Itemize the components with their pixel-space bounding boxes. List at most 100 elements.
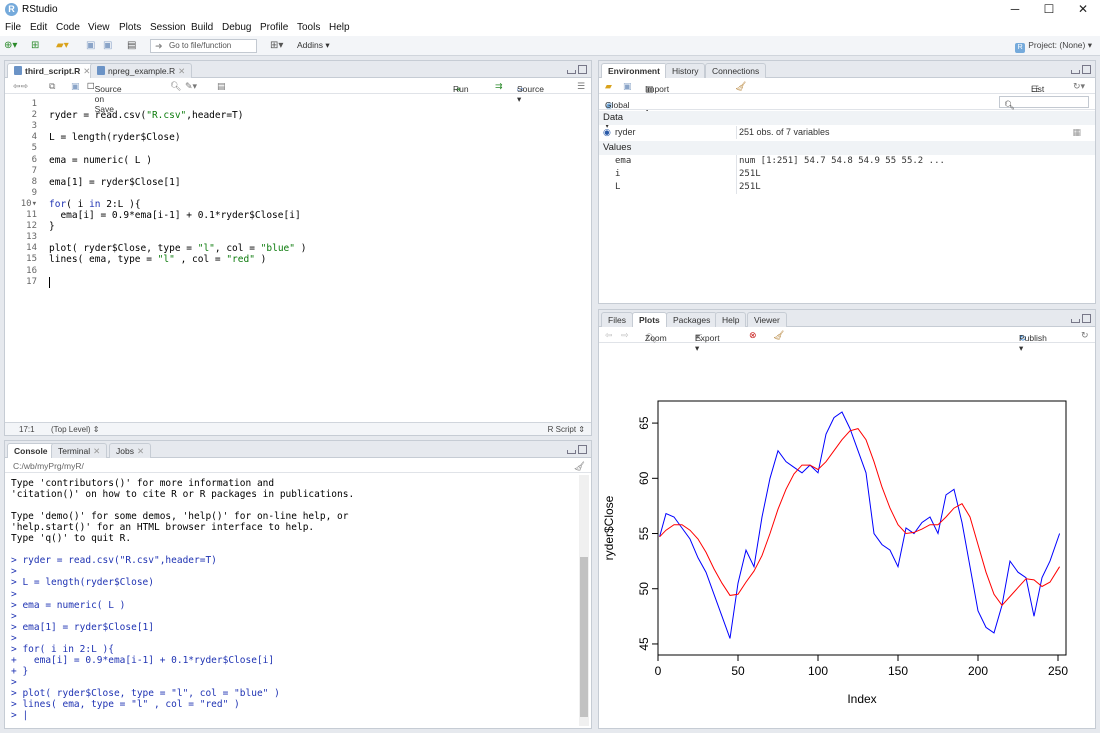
tab-viewer[interactable]: Viewer — [747, 312, 787, 327]
code-line[interactable]: for( i in 2:L ){ — [49, 199, 141, 210]
section-data: Data — [599, 111, 1095, 125]
save-icon[interactable]: ▣ — [86, 40, 95, 51]
source-on-save-checkbox[interactable]: ☐ Source on Save — [87, 81, 122, 114]
scope-selector[interactable]: (Top Level) ⇕ — [51, 425, 100, 434]
environment-toolbar: ▰ ▣ ▦ Import Dataset ▾ 🧹︎ ☰ List ▾ ↻▾ — [599, 78, 1095, 114]
y-axis-label: ryder$Close — [602, 495, 616, 560]
env-row-ema[interactable]: ema num [1:251] 54.7 54.8 54.9 55 55.2 .… — [599, 155, 1095, 168]
tab-environment[interactable]: Environment — [601, 63, 667, 79]
project-menu[interactable]: R Project: (None) ▾ — [1015, 40, 1092, 53]
environment-search-input[interactable]: 🔍︎ — [999, 96, 1089, 110]
refresh-icon[interactable]: ↻▾ — [1073, 81, 1085, 92]
editor-minmax[interactable] — [565, 65, 587, 74]
menu-session[interactable]: Session — [150, 22, 186, 33]
close-tab-icon[interactable]: ✕ — [93, 446, 100, 456]
save-file-icon[interactable]: ▣ — [71, 81, 80, 92]
tab-console[interactable]: Console — [7, 443, 55, 459]
menu-debug[interactable]: Debug — [222, 22, 251, 33]
remove-plot-icon[interactable]: ⊗ — [749, 330, 757, 341]
y-tick-label: 50 — [637, 582, 651, 596]
clear-workspace-icon[interactable]: 🧹︎ — [735, 81, 746, 92]
column-divider — [736, 155, 737, 194]
back-arrow-icon[interactable]: ⇦⇨ — [13, 81, 28, 92]
tab-connections[interactable]: Connections — [705, 63, 767, 78]
code-line[interactable]: ryder = read.csv("R.csv",header=T) — [49, 110, 243, 121]
search-icon[interactable]: 🔍︎ — [170, 81, 181, 92]
code-line[interactable]: L = length(ryder$Close) — [49, 132, 181, 143]
code-line[interactable]: ema = numeric( L ) — [49, 155, 152, 166]
load-workspace-icon[interactable]: ▰ — [605, 81, 612, 92]
code-area[interactable]: ryder = read.csv("R.csv",header=T) L = le… — [5, 95, 591, 422]
clear-plots-icon[interactable]: 🧹︎ — [773, 330, 784, 341]
tab-history[interactable]: History — [665, 63, 706, 78]
plots-tabbar: Files Plots Packages Help Viewer — [599, 310, 1095, 328]
clear-console-icon[interactable]: 🧹︎ — [574, 461, 585, 472]
tab-third-script[interactable]: third_script.R ✕ — [7, 63, 98, 79]
compile-report-icon[interactable]: ▤ — [217, 81, 226, 92]
tab-npreg-example[interactable]: npreg_example.R ✕ — [90, 63, 193, 78]
goto-file-input[interactable]: ➜ Go to file/function — [150, 39, 257, 53]
view-table-icon[interactable]: ▦ — [1072, 127, 1081, 138]
code-line[interactable]: } — [49, 221, 55, 232]
minimize-button[interactable]: ─ — [998, 0, 1032, 20]
code-line[interactable]: ema[1] = ryder$Close[1] — [49, 177, 181, 188]
document-outline-icon[interactable]: ☰ — [577, 81, 585, 92]
tab-help[interactable]: Help — [715, 312, 747, 327]
close-button[interactable]: ✕ — [1066, 0, 1100, 20]
print-icon[interactable]: ▤ — [127, 40, 136, 51]
x-tick-label: 100 — [808, 664, 828, 678]
workspace-panes-icon[interactable]: ⊞▾ — [270, 40, 283, 51]
menu-tools[interactable]: Tools — [297, 22, 320, 33]
menu-profile[interactable]: Profile — [260, 22, 288, 33]
new-file-icon[interactable]: ⊕▾ — [4, 40, 17, 51]
refresh-plot-icon[interactable]: ↻ — [1081, 330, 1089, 341]
open-file-icon[interactable]: ▰▾ — [56, 40, 69, 51]
menu-file[interactable]: File — [5, 22, 21, 33]
environment-minmax[interactable] — [1069, 65, 1091, 74]
tab-plots[interactable]: Plots — [632, 312, 667, 328]
menu-edit[interactable]: Edit — [30, 22, 47, 33]
menu-plots[interactable]: Plots — [119, 22, 141, 33]
tab-terminal[interactable]: Terminal ✕ — [51, 443, 108, 458]
menu-help[interactable]: Help — [329, 22, 350, 33]
console-output[interactable]: Type 'contributors()' for more informati… — [5, 475, 577, 728]
console-output-line: 'citation()' on how to cite R or R packa… — [11, 489, 355, 501]
next-plot-icon[interactable]: ⇨ — [621, 330, 629, 341]
save-all-icon[interactable]: ▣ — [103, 40, 112, 51]
maximize-button[interactable]: ☐ — [1032, 0, 1066, 20]
tab-packages[interactable]: Packages — [666, 312, 718, 327]
close-tab-icon[interactable]: ✕ — [178, 66, 185, 76]
console-scrollbar[interactable] — [579, 475, 589, 726]
plot-frame — [657, 400, 1067, 656]
show-in-window-icon[interactable]: ⧉ — [49, 81, 55, 92]
menu-code[interactable]: Code — [56, 22, 80, 33]
expand-icon[interactable]: ◉ — [603, 127, 611, 138]
env-row-ryder[interactable]: ◉ ryder 251 obs. of 7 variables ▦ — [599, 126, 1095, 139]
console-minmax[interactable] — [565, 445, 587, 454]
working-directory[interactable]: C:/wb/myPrg/myR/ — [13, 461, 84, 471]
code-line[interactable]: lines( ema, type = "l" , col = "red" ) — [49, 254, 266, 265]
env-row-i[interactable]: i 251L — [599, 168, 1095, 181]
code-line[interactable]: plot( ryder$Close, type = "l", col = "bl… — [49, 243, 306, 254]
save-workspace-icon[interactable]: ▣ — [623, 81, 632, 92]
tab-files[interactable]: Files — [601, 312, 633, 327]
plots-minmax[interactable] — [1069, 314, 1091, 323]
menu-build[interactable]: Build — [191, 22, 213, 33]
menu-view[interactable]: View — [88, 22, 110, 33]
console-command-line: > | — [11, 710, 29, 722]
console-scrollbar-thumb[interactable] — [580, 557, 588, 717]
file-type-selector[interactable]: R Script ⇕ — [548, 425, 585, 434]
code-line[interactable]: ema[i] = 0.9*ema[i-1] + 0.1*ryder$Close[… — [49, 210, 300, 221]
x-tick-label: 250 — [1048, 664, 1068, 678]
console-command-line: > ryder = read.csv("R.csv",header=T) — [11, 555, 217, 567]
close-tab-icon[interactable]: ✕ — [137, 446, 144, 456]
plots-pane: Files Plots Packages Help Viewer ⇦ ⇨ 🔍︎ … — [598, 309, 1096, 729]
env-row-L[interactable]: L 251L — [599, 181, 1095, 194]
rerun-icon[interactable]: ⇉ — [495, 81, 503, 92]
addins-menu[interactable]: Addins ▾ — [297, 40, 330, 51]
code-tools-icon[interactable]: ✎▾ — [185, 81, 197, 92]
previous-plot-icon[interactable]: ⇦ — [605, 330, 613, 341]
console-pane: Console Terminal ✕ Jobs ✕ C:/wb/myPrg/myR/… — [4, 440, 592, 729]
new-project-icon[interactable]: ⊞ — [31, 40, 39, 51]
tab-jobs[interactable]: Jobs ✕ — [109, 443, 152, 458]
